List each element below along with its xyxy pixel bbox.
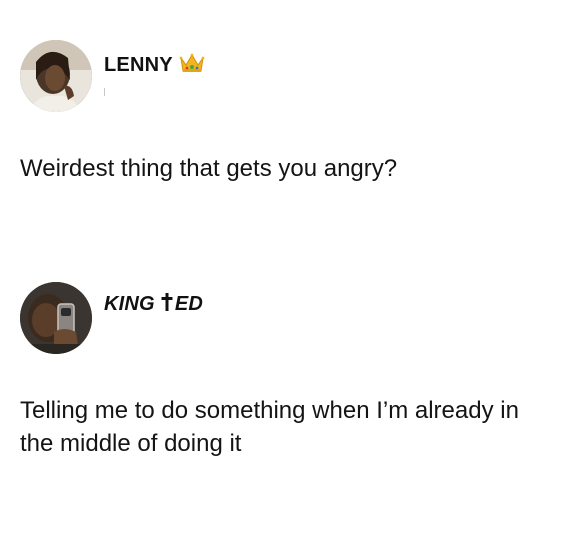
avatar-king-ed[interactable] bbox=[20, 282, 92, 354]
avatar-lenny[interactable] bbox=[20, 40, 92, 112]
avatar-photo-king-ed bbox=[20, 282, 92, 354]
cross-icon bbox=[161, 292, 173, 317]
post-text: Weirdest thing that gets you angry? bbox=[20, 155, 398, 182]
avatar-photo-lenny bbox=[20, 40, 92, 112]
author-name[interactable]: KING bbox=[104, 293, 155, 316]
author-row-king-ed: KING ED bbox=[104, 292, 203, 317]
post-text: Telling me to do something when I’m alre… bbox=[20, 397, 519, 457]
author-name-suffix[interactable]: ED bbox=[175, 293, 203, 316]
divider-mark bbox=[104, 88, 105, 96]
author-row-lenny: LENNY bbox=[104, 52, 205, 79]
author-name[interactable]: LENNY bbox=[104, 54, 173, 77]
crown-icon bbox=[179, 52, 205, 79]
